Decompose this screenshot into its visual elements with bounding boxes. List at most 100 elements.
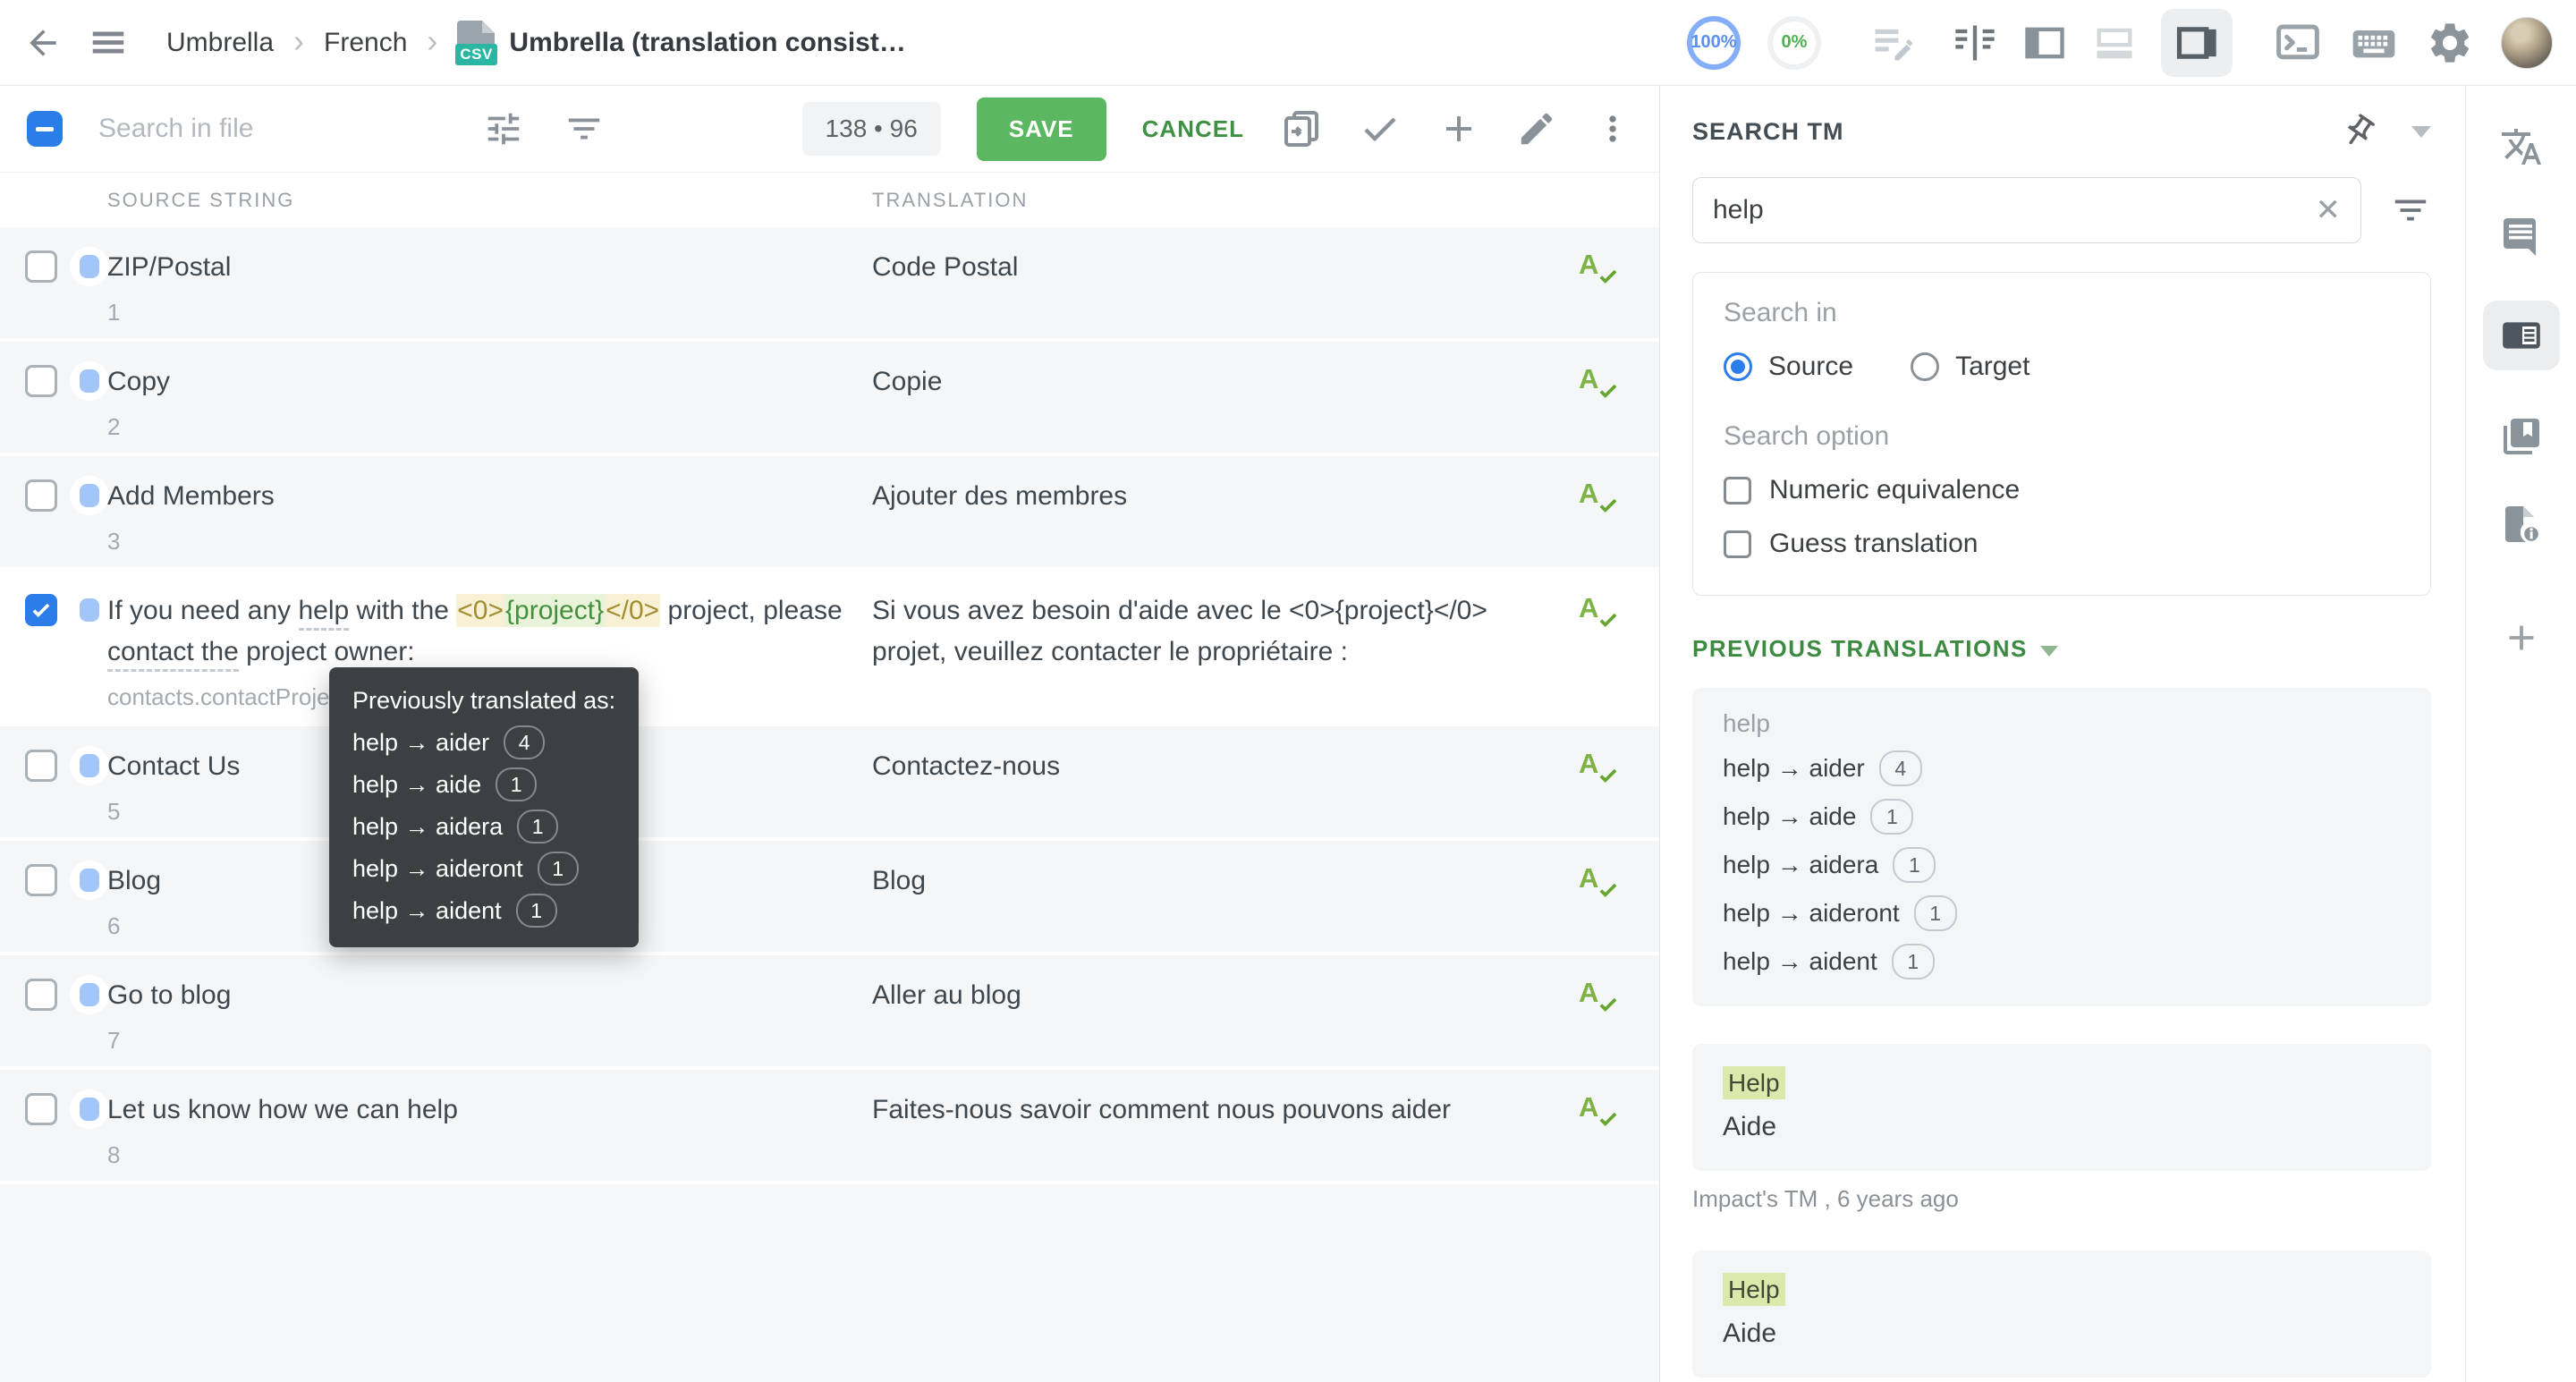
console-button[interactable] (2274, 19, 2322, 67)
row-checkbox[interactable] (25, 979, 57, 1011)
top-header: Umbrella › French › CSV Umbrella (transl… (0, 0, 2576, 86)
filter-strings-button[interactable] (564, 108, 605, 149)
search-in-label: Search in (1724, 298, 2400, 328)
chevron-down-icon (2040, 646, 2058, 657)
machine-translation-tab[interactable] (2500, 125, 2543, 168)
cancel-button[interactable]: CANCEL (1142, 115, 1244, 143)
radio-target[interactable]: Target (1911, 352, 2029, 382)
tm-search-input[interactable]: help ✕ (1692, 177, 2361, 243)
row-checkbox[interactable] (25, 594, 57, 626)
source-string-cell[interactable]: Add Members3 (107, 476, 872, 556)
copy-source-button[interactable] (1280, 107, 1323, 150)
bottom-panel-view-button[interactable] (2091, 20, 2138, 66)
translation-cell[interactable]: Faites-nous savoir comment nous pouvons … (872, 1089, 1579, 1170)
source-string-cell[interactable]: ZIP/Postal1 (107, 247, 872, 327)
breadcrumb-file[interactable]: CSV Umbrella (translation consist… (457, 21, 905, 65)
row-checkbox[interactable] (25, 365, 57, 397)
clear-search-icon[interactable]: ✕ (2316, 192, 2342, 228)
source-text: with the (349, 596, 456, 625)
translated-progress-ring[interactable]: 100% (1687, 16, 1741, 70)
source-string-cell[interactable]: Go to blog 7 (107, 975, 872, 1056)
approve-button[interactable] (1359, 107, 1402, 150)
shortcuts-button[interactable] (2349, 18, 2399, 68)
table-row[interactable]: Let us know how we can help8Faites-nous … (0, 1070, 1659, 1184)
csv-file-icon: CSV (457, 21, 495, 65)
side-by-side-view-button[interactable] (1952, 20, 1998, 66)
table-row[interactable]: ZIP/Postal1Code PostalA (0, 227, 1659, 342)
variable-token: {project} (504, 594, 605, 627)
search-in-file-input[interactable]: Search in file (98, 114, 483, 144)
row-checkbox[interactable] (25, 750, 57, 782)
left-panel-view-button[interactable] (2021, 20, 2068, 66)
translated-percent: 100% (1690, 32, 1736, 53)
source-string-text: Go to blog (107, 975, 845, 1016)
source-string-cell[interactable]: Let us know how we can help8 (107, 1089, 872, 1170)
translation-cell[interactable]: Si vous avez besoin d'aide avec le <0>{p… (872, 590, 1579, 712)
table-row[interactable]: Blog6BlogA (0, 841, 1659, 955)
previous-translation-item[interactable]: help → aidera1 (1723, 847, 2401, 883)
back-button[interactable] (23, 23, 63, 63)
advanced-filter-button[interactable] (483, 108, 524, 149)
status-dot (80, 369, 99, 393)
translation-cell[interactable]: Aller au blog (872, 975, 1579, 1056)
search-tm-tab[interactable] (2499, 313, 2544, 358)
row-checkbox[interactable] (25, 250, 57, 283)
numeric-equivalence-option[interactable]: Numeric equivalence (1724, 475, 2400, 505)
table-row[interactable]: Contact Us5Contactez-nousA (0, 726, 1659, 841)
tm-result-card[interactable]: HelpAide (1692, 1251, 2431, 1378)
table-row[interactable]: If you need any help with the <0>{projec… (0, 571, 1659, 726)
approved-progress-ring[interactable]: 0% (1767, 16, 1821, 70)
breadcrumb-project[interactable]: Umbrella (166, 28, 274, 58)
source-string-text: Add Members (107, 476, 845, 517)
row-checkbox[interactable] (25, 1093, 57, 1125)
guess-translation-option[interactable]: Guess translation (1724, 529, 2400, 559)
glossary-tab[interactable] (2500, 415, 2543, 458)
edit-string-button[interactable] (1516, 108, 1557, 149)
tooltip-pair: help → aidera (352, 813, 503, 841)
previous-translation-item[interactable]: help → aide1 (1723, 799, 2401, 835)
previous-translation-count: 1 (1914, 895, 1957, 931)
approved-percent: 0% (1782, 32, 1808, 53)
tm-filter-button[interactable] (2390, 190, 2431, 231)
status-dot (80, 598, 99, 622)
source-string-cell[interactable]: Copy2 (107, 361, 872, 442)
translation-cell[interactable]: Code Postal (872, 247, 1579, 327)
add-panel-button[interactable] (2501, 617, 2542, 658)
string-key: 1 (107, 297, 845, 327)
main-menu-button[interactable] (88, 22, 129, 64)
search-in-radios: Source Target (1724, 352, 2400, 382)
save-button[interactable]: SAVE (977, 98, 1106, 161)
previous-translations-toggle[interactable]: PREVIOUS TRANSLATIONS (1692, 635, 2431, 663)
user-avatar[interactable] (2501, 17, 2553, 69)
edit-strings-button[interactable] (1869, 20, 1916, 66)
pin-panel-button[interactable] (2340, 113, 2377, 150)
collapse-panel-button[interactable] (2411, 126, 2431, 138)
translation-cell[interactable]: Contactez-nous (872, 746, 1579, 827)
translation-cell[interactable]: Ajouter des membres (872, 476, 1579, 556)
radio-source[interactable]: Source (1724, 352, 1853, 382)
tm-result-card[interactable]: HelpAide (1692, 1044, 2431, 1171)
breadcrumb-language[interactable]: French (324, 28, 407, 58)
settings-button[interactable] (2426, 19, 2474, 67)
translation-cell[interactable]: Blog (872, 861, 1579, 941)
table-row[interactable]: Go to blog7Aller au blogA (0, 955, 1659, 1070)
row-checkbox[interactable] (25, 479, 57, 512)
more-actions-button[interactable] (1593, 109, 1632, 148)
right-panel-view-button[interactable] (2174, 20, 2220, 66)
row-checkbox[interactable] (25, 864, 57, 896)
file-context-tab[interactable] (2500, 503, 2543, 546)
comments-tab[interactable] (2500, 213, 2543, 256)
tooltip-pair: help → aideront (352, 855, 523, 883)
previous-translation-item[interactable]: help → aider4 (1723, 750, 2401, 786)
table-row[interactable]: Copy2CopieA (0, 342, 1659, 456)
translation-cell[interactable]: Copie (872, 361, 1579, 442)
translated-status-icon: A (1579, 363, 1598, 394)
add-string-button[interactable] (1437, 107, 1480, 150)
gear-icon (2426, 19, 2474, 67)
string-key: 7 (107, 1025, 845, 1056)
previous-translation-item[interactable]: help → aident1 (1723, 944, 2401, 979)
select-all-checkbox[interactable] (27, 111, 63, 147)
table-row[interactable]: Add Members3Ajouter des membresA (0, 456, 1659, 571)
previous-translation-item[interactable]: help → aideront1 (1723, 895, 2401, 931)
plus-icon (1437, 107, 1480, 150)
